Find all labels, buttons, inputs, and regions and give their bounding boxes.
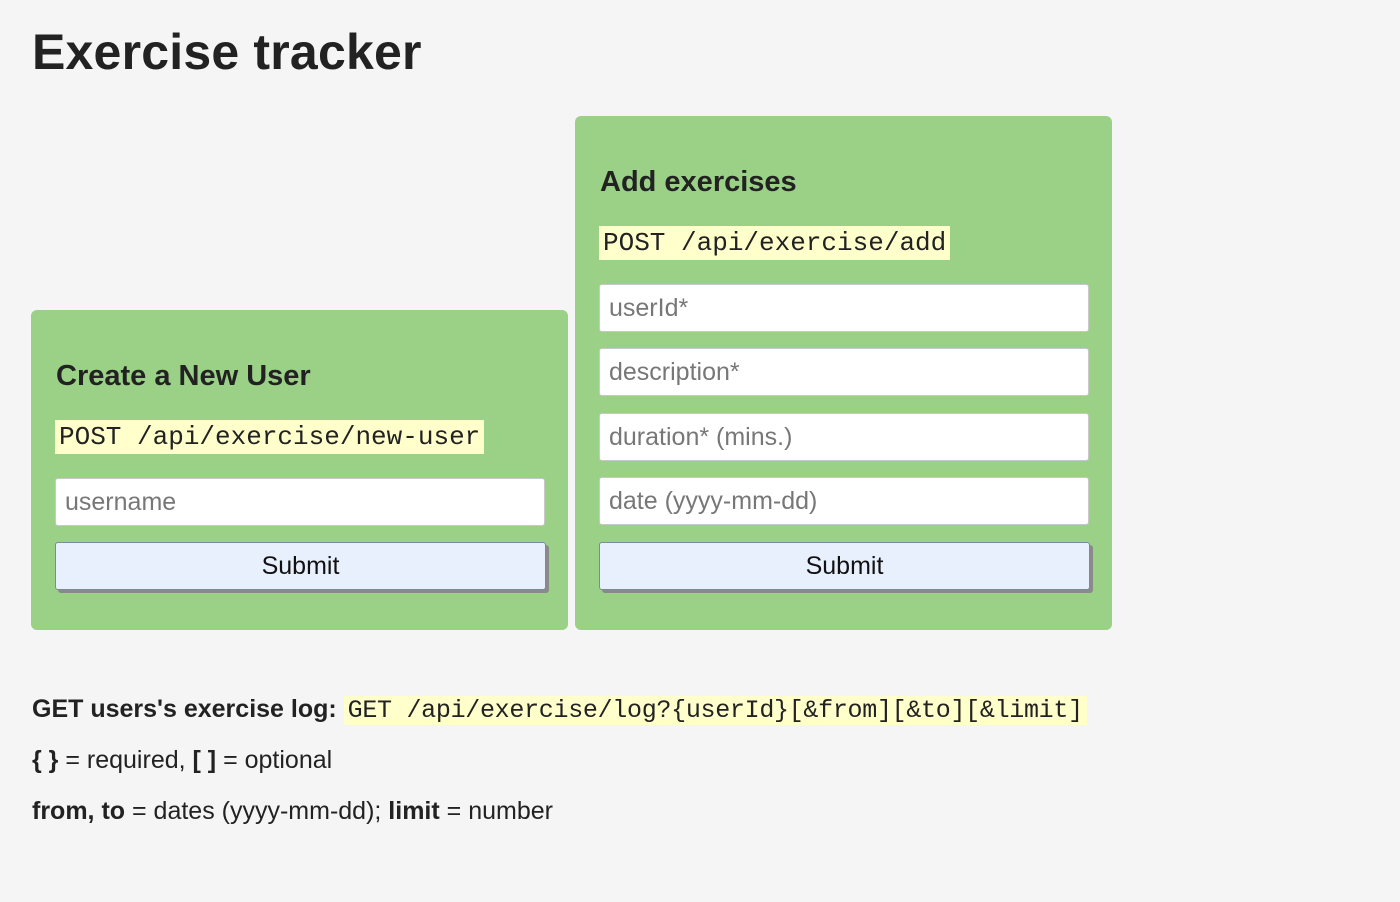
exercise-log-label: GET users's exercise log: — [32, 695, 337, 723]
username-input[interactable] — [55, 478, 545, 526]
new-user-endpoint: POST /api/exercise/new-user — [55, 420, 485, 454]
duration-input[interactable] — [599, 413, 1089, 461]
required-symbol: { } — [32, 746, 59, 774]
create-user-submit-button[interactable]: Submit — [55, 542, 546, 590]
required-text: = required, — [58, 746, 193, 774]
limit-text: = number — [439, 797, 553, 825]
page-title: Exercise tracker — [32, 24, 422, 80]
add-exercise-heading: Add exercises — [600, 166, 797, 198]
dates-keys: from, to — [32, 797, 126, 825]
limit-key: limit — [388, 797, 440, 825]
exercise-log-endpoint: GET /api/exercise/log?{userId}[&from][&t… — [343, 696, 1087, 725]
add-exercise-form: Add exercises POST /api/exercise/add Sub… — [575, 116, 1112, 630]
param-types-note: from, to = dates (yyyy-mm-dd); limit = n… — [32, 795, 553, 827]
exercise-tracker-page: Exercise tracker Create a New User POST … — [0, 0, 1400, 902]
userid-input[interactable] — [599, 284, 1089, 332]
add-exercise-endpoint: POST /api/exercise/add — [599, 226, 951, 260]
create-user-form: Create a New User POST /api/exercise/new… — [31, 310, 568, 630]
optional-text: = optional — [216, 746, 333, 774]
dates-text: = dates (yyyy-mm-dd); — [125, 797, 389, 825]
param-legend-note: { } = required, [ ] = optional — [32, 744, 332, 776]
create-user-heading: Create a New User — [56, 360, 311, 392]
description-input[interactable] — [599, 348, 1089, 396]
optional-symbol: [ ] — [192, 746, 217, 774]
date-input[interactable] — [599, 477, 1089, 525]
exercise-log-line: GET users's exercise log: GET /api/exerc… — [32, 692, 1087, 728]
add-exercise-submit-button[interactable]: Submit — [599, 542, 1090, 590]
